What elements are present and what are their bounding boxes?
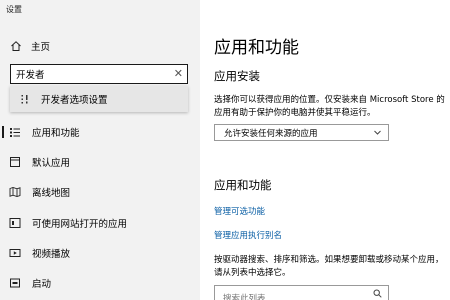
app-list-search-input[interactable] <box>215 292 363 300</box>
sidebar-item-apps-features[interactable]: 应用和功能 <box>0 121 200 143</box>
search-suggestion[interactable]: 开发者选项设置 <box>10 86 188 112</box>
search-icon <box>373 289 382 298</box>
offline-maps-icon <box>9 187 21 197</box>
default-apps-icon <box>10 157 20 167</box>
apps-description: 按驱动器搜索、排序和筛选。如果想要卸载或移动某个应用，请从列表中选择它。 <box>214 255 444 278</box>
sidebar-item-video-playback[interactable]: 视频播放 <box>0 242 200 264</box>
startup-icon <box>10 278 20 288</box>
manage-app-aliases-link[interactable]: 管理应用执行别名 <box>214 229 282 241</box>
sidebar-item-default-apps[interactable]: 默认应用 <box>0 151 200 173</box>
home-label: 主页 <box>31 42 51 53</box>
settings-search-box[interactable]: ✕ <box>10 64 188 84</box>
apps-section-heading: 应用和功能 <box>214 178 272 192</box>
chevron-down-icon <box>374 130 381 135</box>
page-title: 应用和功能 <box>214 38 299 58</box>
dropdown-value: 允许安装任何来源的应用 <box>224 128 318 139</box>
selection-indicator <box>2 126 4 138</box>
sidebar-item-label: 离线地图 <box>32 188 71 199</box>
developer-settings-icon <box>21 94 28 103</box>
apps-list-icon <box>10 128 20 137</box>
app-list-search-box[interactable] <box>214 285 389 300</box>
install-description: 选择你可以获得应用的位置。仅安装来自 Microsoft Store 的应用有助… <box>214 95 445 118</box>
window-title: 设置 <box>6 5 22 14</box>
settings-search-input[interactable] <box>11 66 166 82</box>
apps-for-websites-icon <box>9 218 21 228</box>
main-content: 应用和功能 应用安装 选择你可以获得应用的位置。仅安装来自 Microsoft … <box>200 0 450 300</box>
sidebar-home[interactable]: 主页 <box>10 38 50 54</box>
sidebar-item-apps-for-websites[interactable]: 可使用网站打开的应用 <box>0 212 200 234</box>
sidebar-item-offline-maps[interactable]: 离线地图 <box>0 181 200 203</box>
sidebar-item-label: 可使用网站打开的应用 <box>32 219 128 230</box>
sidebar-item-startup[interactable]: 启动 <box>0 272 200 294</box>
sidebar-item-label: 启动 <box>32 279 52 290</box>
sidebar: 设置 主页 ✕ 开发者选项设置 应用和功能 默认应用 <box>0 0 200 300</box>
clear-icon[interactable]: ✕ <box>174 67 183 81</box>
manage-optional-features-link[interactable]: 管理可选功能 <box>214 205 265 217</box>
install-section-heading: 应用安装 <box>214 69 260 83</box>
sidebar-item-label: 视频播放 <box>32 249 71 260</box>
sidebar-item-label: 应用和功能 <box>32 128 80 139</box>
home-icon <box>11 41 21 51</box>
sidebar-item-label: 默认应用 <box>32 158 71 169</box>
video-playback-icon <box>9 249 21 257</box>
suggestion-label: 开发者选项设置 <box>41 95 108 106</box>
install-source-dropdown[interactable]: 允许安装任何来源的应用 <box>214 124 389 141</box>
